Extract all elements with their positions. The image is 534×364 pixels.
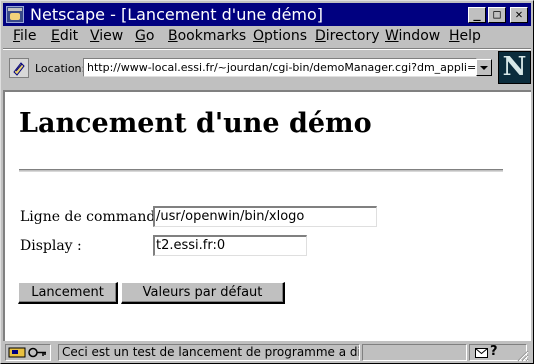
menu-file[interactable]: File [13,28,36,44]
location-label: Location: [35,62,86,75]
menu-bar: File Edit View Go Bookmarks Options Dire… [3,27,531,47]
menu-directory[interactable]: Directory [315,28,380,44]
mail-icon[interactable] [475,348,488,358]
status-bar: Ceci est un test de lancement de program… [3,342,531,363]
maximize-button[interactable]: □ [488,7,506,23]
menu-view[interactable]: View [90,28,123,44]
minimize-button[interactable]: _ [468,7,486,23]
title-bar[interactable]: Netscape - [Lancement d'une démo] _ □ ✕ [3,3,531,26]
netscape-logo[interactable]: N [498,51,531,84]
help-icon[interactable]: ? [490,344,498,359]
url-dropdown-button[interactable] [476,59,492,76]
resize-grip-icon[interactable] [517,350,529,362]
menu-options[interactable]: Options [253,28,307,44]
status-message: Ceci est un test de lancement de program… [58,344,360,361]
menu-window[interactable]: Window [385,28,440,44]
menu-bookmarks[interactable]: Bookmarks [168,28,246,44]
close-button[interactable]: ✕ [510,7,528,23]
menu-edit[interactable]: Edit [51,28,78,44]
menu-help[interactable]: Help [449,28,481,44]
display-input[interactable]: t2.essi.fr:0 [153,235,307,256]
horizontal-rule [19,169,503,172]
progress-indicator [362,344,467,361]
security-key-icon[interactable] [5,344,51,361]
menu-go[interactable]: Go [135,28,154,44]
browser-window: Netscape - [Lancement d'une démo] _ □ ✕ … [0,0,534,364]
window-title: Netscape - [Lancement d'une démo] [30,5,324,24]
launch-button[interactable]: Lancement [18,282,118,304]
page-content: Lancement d'une démo Ligne de commande :… [3,90,531,341]
netscape-logo-letter: N [502,52,527,82]
location-bar: Location: http://www-local.essi.fr/~jour… [3,50,531,88]
command-line-input[interactable]: /usr/openwin/bin/xlogo [153,206,377,227]
bookmark-link-icon[interactable] [9,58,29,78]
reset-defaults-button[interactable]: Valeurs par défaut [121,282,285,304]
page-title: Lancement d'une démo [19,108,372,139]
url-input[interactable]: http://www-local.essi.fr/~jourdan/cgi-bi… [83,58,477,77]
netscape-app-icon[interactable] [6,6,24,23]
command-line-label: Ligne de commande : [20,209,173,225]
display-label: Display : [20,238,82,254]
